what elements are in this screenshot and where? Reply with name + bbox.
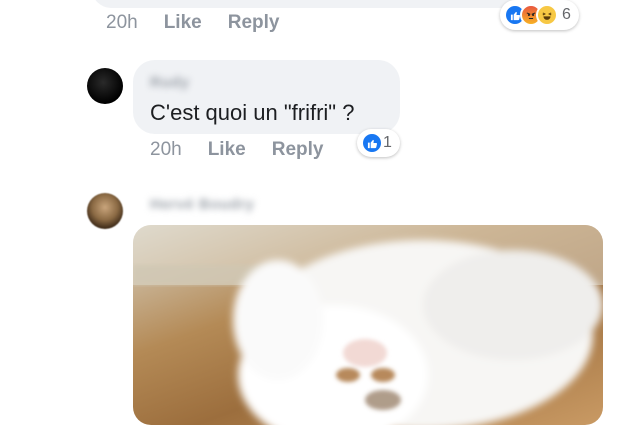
- reply-button[interactable]: Reply: [272, 139, 324, 161]
- haha-icon: [536, 4, 558, 26]
- comment-timestamp[interactable]: 20h: [106, 12, 138, 34]
- avatar[interactable]: [87, 193, 123, 229]
- reactions-summary-top[interactable]: 6: [500, 0, 579, 30]
- cat-image-graphic: [133, 225, 603, 425]
- reply-button[interactable]: Reply: [228, 12, 280, 34]
- comment-timestamp[interactable]: 20h: [150, 139, 182, 161]
- comment-bubble-top: [92, 0, 552, 8]
- reaction-count: 1: [383, 134, 392, 151]
- like-button[interactable]: Like: [208, 139, 246, 161]
- comment-actions: 20h Like Reply: [150, 139, 349, 161]
- comment-actions-top: 20h Like Reply: [106, 12, 305, 34]
- avatar[interactable]: [87, 68, 123, 104]
- reaction-count: 6: [562, 6, 571, 23]
- commenter-name[interactable]: Rudy: [150, 74, 190, 91]
- comment-text: C'est quoi un "frifri" ?: [150, 100, 355, 125]
- commenter-name[interactable]: Hervé Boudry: [150, 196, 254, 213]
- like-button[interactable]: Like: [164, 12, 202, 34]
- cat-gif-image[interactable]: [133, 225, 603, 425]
- like-icon: [361, 132, 383, 154]
- reactions-summary[interactable]: 1: [357, 129, 400, 157]
